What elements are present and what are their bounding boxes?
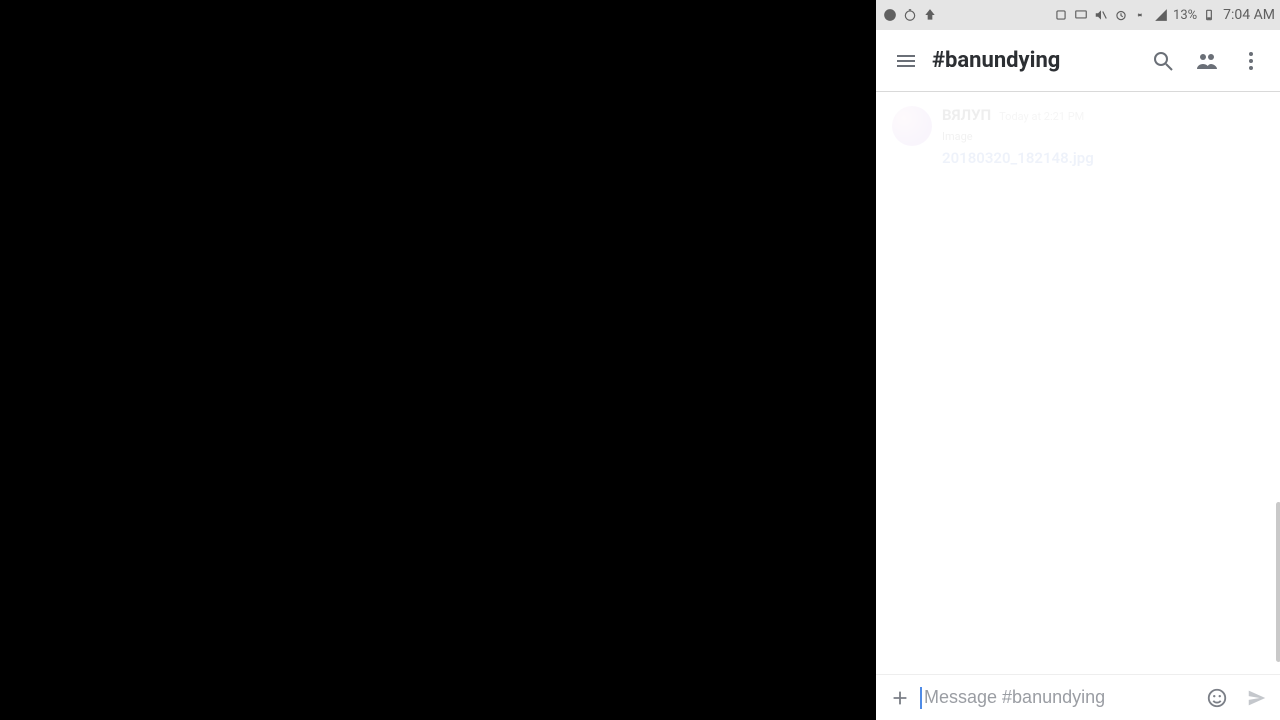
timer-icon [902, 7, 918, 23]
message-timestamp: Today at 2:21 PM [999, 110, 1084, 123]
phone-frame: 13% 7:04 AM #banundying [876, 0, 1280, 720]
data-icon [1133, 7, 1149, 23]
status-bar: 13% 7:04 AM [876, 0, 1280, 30]
more-vert-icon [1239, 49, 1263, 73]
emoji-icon [1206, 687, 1228, 709]
search-icon [1151, 49, 1175, 73]
status-left-icons [882, 7, 938, 23]
send-icon [1246, 687, 1268, 709]
battery-percent: 13% [1173, 8, 1197, 23]
nfc-icon [1053, 7, 1069, 23]
members-button[interactable] [1185, 39, 1229, 83]
message-composer [876, 674, 1280, 720]
signal-icon [1153, 7, 1169, 23]
overflow-button[interactable] [1229, 39, 1273, 83]
search-button[interactable] [1141, 39, 1185, 83]
battery-icon [1201, 7, 1217, 23]
menu-button[interactable] [884, 39, 928, 83]
alarm-icon [1113, 7, 1129, 23]
clock-time: 7:04 AM [1223, 7, 1275, 23]
text-caret [920, 687, 922, 709]
hamburger-icon [894, 49, 918, 73]
discord-notif-icon [882, 7, 898, 23]
emoji-button[interactable] [1197, 678, 1237, 718]
attachment-filename: 20180320_182148.jpg [942, 149, 1094, 167]
attachment-label: Image [942, 130, 1094, 143]
plus-icon [889, 687, 911, 709]
loading-message: ВЯЛУП Today at 2:21 PM Image 20180320_18… [892, 106, 1265, 167]
mute-icon [1093, 7, 1109, 23]
message-input-wrap[interactable] [920, 687, 1197, 709]
message-input[interactable] [924, 687, 1197, 708]
app-header: #banundying [876, 30, 1280, 92]
cast-icon [1073, 7, 1089, 23]
attach-button[interactable] [880, 678, 920, 718]
send-button[interactable] [1237, 678, 1277, 718]
location-icon [922, 7, 938, 23]
avatar [892, 106, 932, 146]
status-right-icons: 13% 7:04 AM [1053, 7, 1275, 23]
message-username: ВЯЛУП [942, 106, 991, 124]
channel-title: #banundying [932, 48, 1060, 73]
message-list[interactable]: ВЯЛУП Today at 2:21 PM Image 20180320_18… [876, 92, 1280, 674]
scrollbar-thumb[interactable] [1276, 502, 1280, 662]
people-icon [1195, 49, 1219, 73]
